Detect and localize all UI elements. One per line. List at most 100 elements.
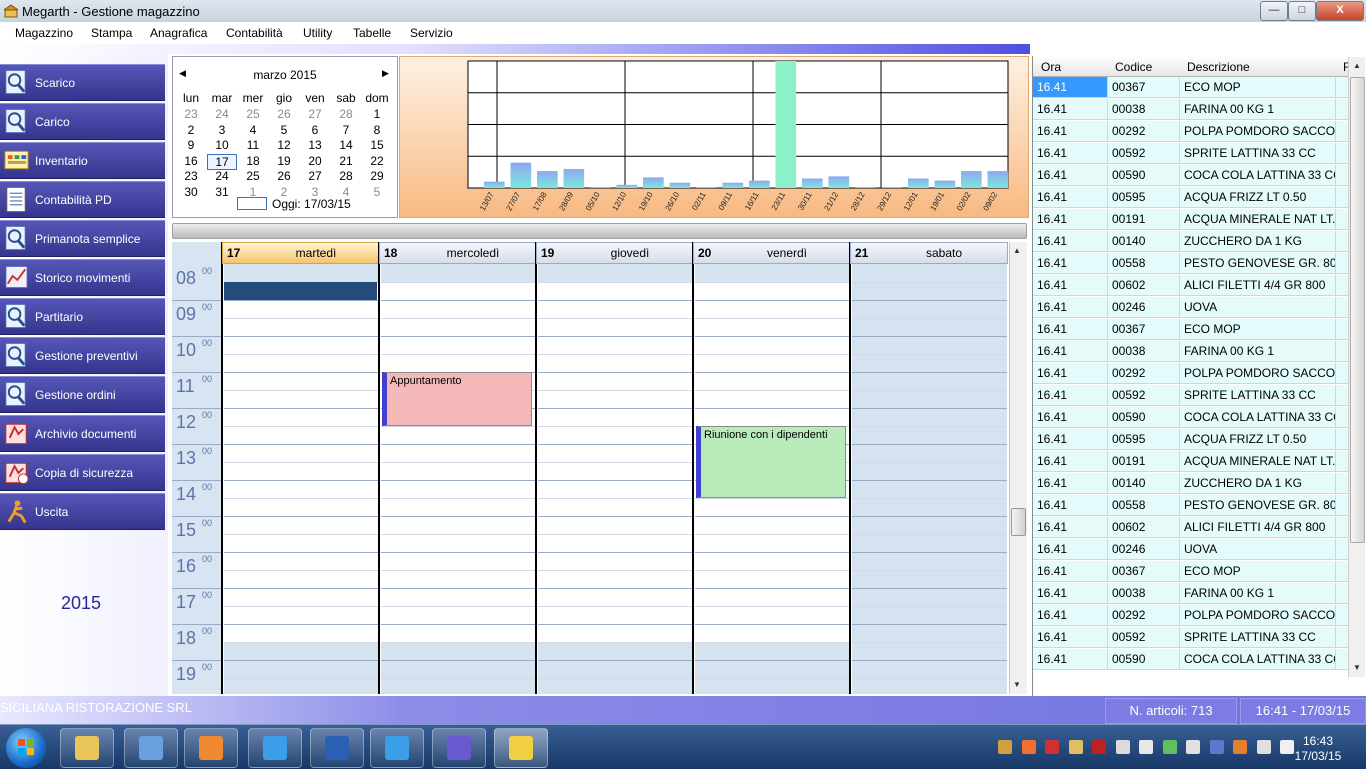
calendar-day[interactable]: 3 — [207, 123, 237, 137]
table-row[interactable]: 16.41 00602 ALICI FILETTI 4/4 GR 800 — [1033, 275, 1349, 297]
menu-servizio[interactable]: Servizio — [410, 26, 453, 40]
calendar-day[interactable]: 25 — [238, 107, 268, 121]
calendar-day[interactable]: 8 — [362, 123, 392, 137]
calendar-day[interactable]: 4 — [238, 123, 268, 137]
col-codice[interactable]: Codice — [1115, 60, 1152, 74]
scroll-down-icon[interactable]: ▼ — [1013, 680, 1021, 689]
horizontal-scrollbar[interactable] — [172, 223, 1027, 239]
calendar-day[interactable]: 15 — [362, 138, 392, 152]
day-header[interactable]: 17 martedì — [222, 242, 380, 264]
calendar-day[interactable]: 12 — [269, 138, 299, 152]
day-header[interactable]: 21 sabato — [850, 242, 1008, 264]
menu-anagrafica[interactable]: Anagrafica — [150, 26, 207, 40]
calendar-day[interactable]: 23 — [176, 169, 206, 183]
calendar-day[interactable]: 7 — [331, 123, 361, 137]
appointment[interactable]: Riunione con i dipendenti — [696, 426, 846, 498]
action-center-icon[interactable] — [1115, 740, 1130, 754]
taskbar-app[interactable] — [494, 728, 548, 768]
scroll-up-icon[interactable]: ▲ — [1013, 246, 1021, 255]
folder-icon[interactable] — [1068, 740, 1083, 754]
mail-icon[interactable] — [1209, 740, 1224, 754]
menu-stampa[interactable]: Stampa — [91, 26, 132, 40]
calendar-day[interactable]: 5 — [362, 185, 392, 199]
col-descrizione[interactable]: Descrizione — [1187, 60, 1250, 74]
list-scroll-thumb[interactable] — [1350, 77, 1365, 543]
table-row[interactable]: 16.41 00140 ZUCCHERO DA 1 KG — [1033, 473, 1349, 495]
selected-slot[interactable] — [224, 282, 377, 300]
calendar-day[interactable]: 22 — [362, 154, 392, 168]
sync-icon[interactable] — [1233, 740, 1247, 754]
calendar-day[interactable]: 26 — [269, 169, 299, 183]
calendar-day[interactable]: 18 — [238, 154, 268, 168]
table-row[interactable]: 16.41 00558 PESTO GENOVESE GR. 800 — [1033, 495, 1349, 517]
next-month-icon[interactable]: ▶ — [382, 68, 389, 79]
table-row[interactable]: 16.41 00038 FARINA 00 KG 1 — [1033, 99, 1349, 121]
table-row[interactable]: 16.41 00140 ZUCCHERO DA 1 KG — [1033, 231, 1349, 253]
calendar-day[interactable]: 13 — [300, 138, 330, 152]
calendar-day[interactable]: 2 — [176, 123, 206, 137]
table-row[interactable]: 16.41 00292 POLPA POMDORO SACCO ... — [1033, 363, 1349, 385]
maximize-button[interactable]: □ — [1288, 1, 1316, 21]
menu-utility[interactable]: Utility — [303, 26, 332, 40]
calendar-day[interactable]: 16 — [176, 154, 206, 168]
close-button[interactable]: X — [1316, 1, 1364, 21]
calendar-day[interactable]: 20 — [300, 154, 330, 168]
day-column[interactable] — [381, 264, 536, 694]
table-row[interactable]: 16.41 00595 ACQUA FRIZZ LT 0.50 — [1033, 187, 1349, 209]
calendar-day[interactable]: 31 — [207, 185, 237, 199]
calendar-day[interactable]: 27 — [300, 169, 330, 183]
calendar-day[interactable]: 25 — [238, 169, 268, 183]
table-row[interactable]: 16.41 00602 ALICI FILETTI 4/4 GR 800 — [1033, 517, 1349, 539]
calendar-day[interactable]: 11 — [238, 138, 268, 152]
sidebar-item-uscita[interactable]: Uscita — [0, 493, 165, 530]
calendar-day[interactable]: 24 — [207, 107, 237, 121]
menu-tabelle[interactable]: Tabelle — [353, 26, 391, 40]
list-scroll-up-icon[interactable]: ▲ — [1353, 61, 1361, 70]
calendar-day[interactable]: 28 — [331, 169, 361, 183]
table-row[interactable]: 16.41 00367 ECO MOP — [1033, 319, 1349, 341]
taskbar-app[interactable] — [60, 728, 114, 768]
sidebar-item-contabilità-pd[interactable]: Contabilità PD — [0, 181, 165, 218]
today-label[interactable]: Oggi: 17/03/15 — [272, 197, 351, 211]
calendar-vertical-scrollbar[interactable]: ▲ ▼ — [1009, 242, 1027, 694]
calendar-day[interactable]: 28 — [331, 107, 361, 121]
table-row[interactable]: 16.41 00191 ACQUA MINERALE NAT LT... — [1033, 451, 1349, 473]
sidebar-item-carico[interactable]: Carico — [0, 103, 165, 140]
minimize-button[interactable]: — — [1260, 1, 1288, 21]
table-row[interactable]: 16.41 00292 POLPA POMDORO SACCO ... — [1033, 121, 1349, 143]
calendar-day[interactable]: 27 — [300, 107, 330, 121]
calendar-day[interactable]: 6 — [300, 123, 330, 137]
day-column[interactable] — [852, 264, 1007, 694]
appointment[interactable]: Appuntamento — [382, 372, 532, 426]
calendar-day[interactable]: 5 — [269, 123, 299, 137]
taskbar-app[interactable] — [310, 728, 364, 768]
sidebar-item-gestione-ordini[interactable]: Gestione ordini — [0, 376, 165, 413]
table-row[interactable]: 16.41 00590 COCA COLA LATTINA 33 CC — [1033, 165, 1349, 187]
calendar-day[interactable]: 30 — [176, 185, 206, 199]
wifi-icon[interactable] — [1162, 740, 1177, 754]
day-header[interactable]: 20 venerdì — [693, 242, 851, 264]
calendar-day[interactable]: 24 — [207, 169, 237, 183]
table-row[interactable]: 16.41 00191 ACQUA MINERALE NAT LT... — [1033, 209, 1349, 231]
sidebar-item-scarico[interactable]: Scarico — [0, 64, 165, 101]
table-row[interactable]: 16.41 00595 ACQUA FRIZZ LT 0.50 — [1033, 429, 1349, 451]
table-row[interactable]: 16.41 00038 FARINA 00 KG 1 — [1033, 583, 1349, 605]
table-row[interactable]: 16.41 00590 COCA COLA LATTINA 33 CC — [1033, 649, 1349, 671]
taskbar-app[interactable] — [370, 728, 424, 768]
security-icon[interactable] — [1045, 740, 1059, 754]
volume-icon[interactable] — [1139, 740, 1153, 754]
day-column[interactable] — [538, 264, 693, 694]
table-row[interactable]: 16.41 00592 SPRITE LATTINA 33 CC — [1033, 143, 1349, 165]
day-header[interactable]: 18 mercoledì — [379, 242, 537, 264]
table-row[interactable]: 16.41 00592 SPRITE LATTINA 33 CC — [1033, 385, 1349, 407]
calendar-day[interactable]: 19 — [269, 154, 299, 168]
calendar-day[interactable]: 1 — [362, 107, 392, 121]
table-row[interactable]: 16.41 00590 COCA COLA LATTINA 33 CC — [1033, 407, 1349, 429]
calendar-day[interactable]: 21 — [331, 154, 361, 168]
calendar-day[interactable]: 9 — [176, 138, 206, 152]
calendar-day[interactable]: 23 — [176, 107, 206, 121]
calendar-day[interactable]: 17 — [207, 153, 237, 170]
taskbar-app[interactable] — [124, 728, 178, 768]
sidebar-item-storico-movimenti[interactable]: Storico movimenti — [0, 259, 165, 296]
calendar-day[interactable]: 29 — [362, 169, 392, 183]
